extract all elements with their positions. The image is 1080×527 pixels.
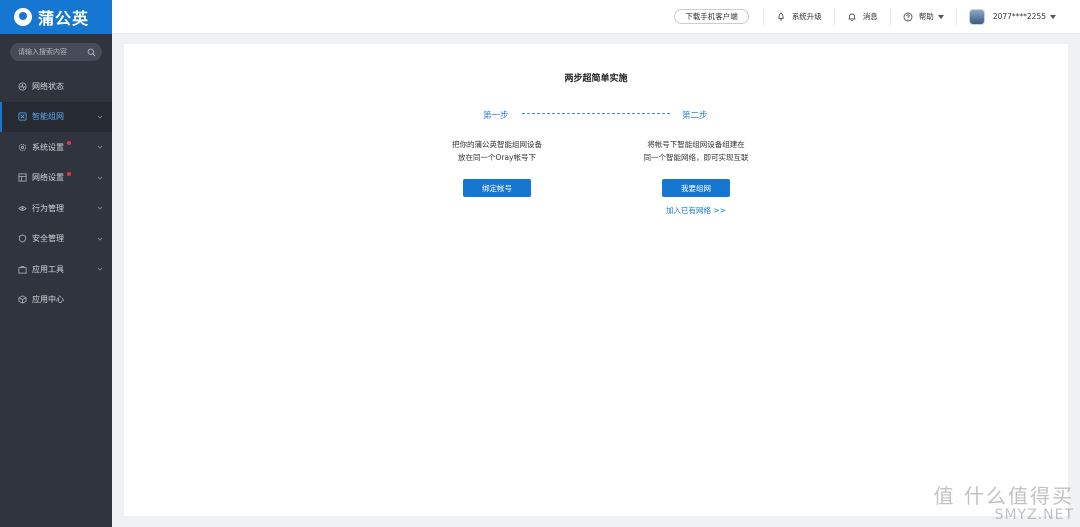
messages-button[interactable]: 消息 xyxy=(833,7,890,26)
pulse-icon xyxy=(17,81,27,91)
sidebar-item-label: 网络状态 xyxy=(32,81,64,91)
step-one-label: 第一步 xyxy=(483,111,509,121)
bell-icon xyxy=(848,13,856,21)
notification-dot xyxy=(67,141,71,145)
bind-account-button[interactable]: 绑定帐号 xyxy=(463,179,531,197)
help-label: 帮助 xyxy=(918,12,934,21)
sidebar-item-network-status[interactable]: 网络状态 xyxy=(0,71,112,102)
cube-icon xyxy=(17,295,27,305)
step-two-desc-line: 将帐号下智能组网设备组建在 xyxy=(647,140,745,149)
eye-icon xyxy=(17,203,27,213)
sidebar-item-security-management[interactable]: 安全管理 xyxy=(0,224,112,255)
account-menu[interactable]: 2077****2255 xyxy=(955,7,1068,26)
sidebar: 蒲公英 网络状态 智能组网 系统设置 网 xyxy=(0,0,112,527)
upgrade-label: 系统升级 xyxy=(791,12,822,21)
page-title: 两步超简单实施 xyxy=(564,74,628,84)
sidebar-item-app-center[interactable]: 应用中心 xyxy=(0,285,112,316)
search-icon[interactable] xyxy=(87,48,96,57)
sidebar-item-network-settings[interactable]: 网络设置 xyxy=(0,163,112,194)
chevron-down-icon xyxy=(97,175,103,181)
step-one-description: 把你的蒲公英智能组网设备 放在同一个Oray帐号下 xyxy=(442,138,552,164)
network-icon xyxy=(17,112,27,122)
watermark-line: SMYZ.NET xyxy=(994,507,1074,523)
system-upgrade-button[interactable]: 系统升级 xyxy=(762,7,834,26)
rocket-icon xyxy=(778,11,784,20)
account-label: 2077****2255 xyxy=(992,12,1046,21)
sidebar-item-label: 应用工具 xyxy=(32,264,64,274)
watermark: 值 什么值得买 SMYZ.NET xyxy=(934,480,1074,523)
step-one-desc-line: 把你的蒲公英智能组网设备 xyxy=(452,140,542,149)
sidebar-item-smart-network[interactable]: 智能组网 xyxy=(0,101,112,132)
sidebar-search xyxy=(10,43,102,61)
logo-text: 蒲公英 xyxy=(38,9,90,28)
dandelion-logo-icon xyxy=(14,8,32,26)
caret-down-icon xyxy=(1050,14,1056,19)
sidebar-item-behavior-management[interactable]: 行为管理 xyxy=(0,193,112,224)
join-existing-network-link[interactable]: 加入已有网络 >> xyxy=(654,205,738,216)
top-header: 下载手机客户端 系统升级 消息 帮助 2077****2255 xyxy=(112,0,1080,34)
sidebar-item-system-settings[interactable]: 系统设置 xyxy=(0,132,112,163)
messages-label: 消息 xyxy=(862,12,878,21)
toolbox-icon xyxy=(17,264,27,274)
create-network-button[interactable]: 我要组网 xyxy=(662,179,730,197)
panel-icon xyxy=(17,173,27,183)
chevron-down-icon xyxy=(97,205,103,211)
step-divider xyxy=(522,113,670,114)
avatar xyxy=(968,8,985,25)
step-two-desc-line: 同一个智能网络，即可实现互联 xyxy=(643,153,749,162)
step-two-label: 第二步 xyxy=(682,111,708,121)
sidebar-item-app-tools[interactable]: 应用工具 xyxy=(0,254,112,285)
chevron-down-icon xyxy=(97,114,103,120)
search-input[interactable] xyxy=(18,48,87,56)
step-one-desc-line: 放在同一个Oray帐号下 xyxy=(457,153,537,162)
sidebar-item-label: 系统设置 xyxy=(32,142,64,152)
chevron-down-icon xyxy=(97,266,103,272)
sidebar-item-label: 应用中心 xyxy=(32,295,64,305)
help-menu[interactable]: 帮助 xyxy=(889,7,956,26)
main-panel: 两步超简单实施 第一步 第二步 把你的蒲公英智能组网设备 放在同一个Oray帐号… xyxy=(124,44,1068,516)
gear-icon xyxy=(17,142,27,152)
app-logo[interactable]: 蒲公英 xyxy=(0,0,112,34)
notification-dot xyxy=(67,171,71,176)
sidebar-item-label: 行为管理 xyxy=(32,203,64,213)
chevron-down-icon xyxy=(97,236,103,242)
caret-down-icon xyxy=(937,14,944,19)
step-two-description: 将帐号下智能组网设备组建在 同一个智能网络，即可实现互联 xyxy=(636,138,756,164)
chevron-down-icon xyxy=(97,144,103,150)
watermark-line: 值 什么值得买 xyxy=(933,484,1074,508)
shield-icon xyxy=(17,234,27,244)
sidebar-item-label: 网络设置 xyxy=(32,173,64,183)
sidebar-item-label: 智能组网 xyxy=(32,112,64,122)
download-app-button[interactable]: 下载手机客户端 xyxy=(674,9,749,24)
question-circle-icon xyxy=(903,12,913,21)
sidebar-item-label: 安全管理 xyxy=(32,234,64,244)
